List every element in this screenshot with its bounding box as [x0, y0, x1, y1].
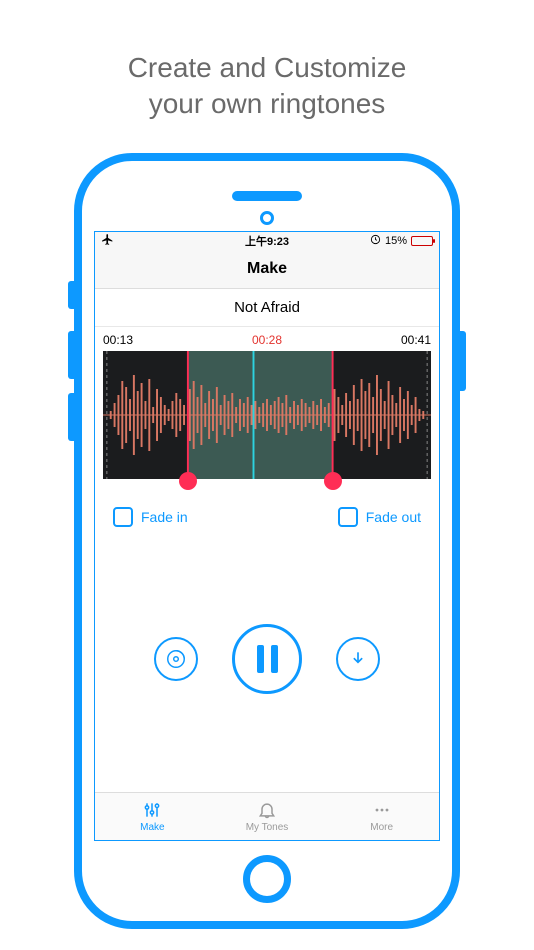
promo-line2: your own ringtones: [149, 88, 386, 119]
battery-icon: [411, 236, 433, 246]
trim-end-time: 00:41: [401, 333, 431, 347]
trim-start-handle[interactable]: [179, 472, 197, 490]
sliders-icon: [142, 800, 162, 820]
phone-camera: [260, 211, 274, 225]
bell-icon: [257, 800, 277, 820]
song-title-row: Not Afraid: [95, 289, 439, 327]
fade-in-checkbox[interactable]: Fade in: [113, 507, 188, 527]
checkbox-icon: [338, 507, 358, 527]
waveform-display[interactable]: [103, 351, 431, 479]
record-button[interactable]: [154, 637, 198, 681]
tab-more-label: More: [370, 822, 393, 833]
nav-bar: Make: [95, 251, 439, 289]
airplane-icon: [101, 233, 114, 249]
download-icon: [348, 649, 368, 669]
pause-icon: [257, 645, 278, 673]
fade-in-label: Fade in: [141, 509, 188, 525]
mute-switch: [68, 281, 74, 309]
pause-button[interactable]: [232, 624, 302, 694]
song-title: Not Afraid: [234, 299, 300, 316]
disc-icon: [165, 648, 187, 670]
trim-end-handle[interactable]: [324, 472, 342, 490]
promo-title: Create and Customize your own ringtones: [0, 0, 534, 153]
tab-make-label: Make: [140, 822, 164, 833]
trim-duration: 00:28: [252, 333, 282, 347]
battery-percent: 15%: [385, 235, 407, 247]
phone-frame: 上午9:23 15% Make Not Afraid 00:13 00:28 0…: [74, 153, 460, 929]
tab-more[interactable]: More: [324, 793, 439, 840]
promo-line1: Create and Customize: [128, 52, 407, 83]
phone-screen: 上午9:23 15% Make Not Afraid 00:13 00:28 0…: [94, 231, 440, 841]
fade-out-checkbox[interactable]: Fade out: [338, 507, 421, 527]
phone-speaker: [232, 191, 302, 201]
trim-time-row: 00:13 00:28 00:41: [95, 327, 439, 351]
download-button[interactable]: [336, 637, 380, 681]
page-title: Make: [247, 260, 287, 278]
tab-mytones-label: My Tones: [246, 822, 289, 833]
status-bar: 上午9:23 15%: [95, 232, 439, 251]
more-icon: [372, 800, 392, 820]
home-button[interactable]: [243, 855, 291, 903]
tab-bar: Make My Tones More: [95, 792, 439, 840]
power-button: [460, 331, 466, 391]
status-time: 上午9:23: [245, 233, 289, 249]
fade-out-label: Fade out: [366, 509, 421, 525]
volume-down-button: [68, 393, 74, 441]
checkbox-icon: [113, 507, 133, 527]
playback-controls: [95, 527, 439, 792]
trim-start-time: 00:13: [103, 333, 133, 347]
tab-mytones[interactable]: My Tones: [210, 793, 325, 840]
volume-up-button: [68, 331, 74, 379]
waveform-editor[interactable]: [103, 351, 431, 479]
tab-make[interactable]: Make: [95, 793, 210, 840]
orientation-lock-icon: [370, 234, 381, 248]
